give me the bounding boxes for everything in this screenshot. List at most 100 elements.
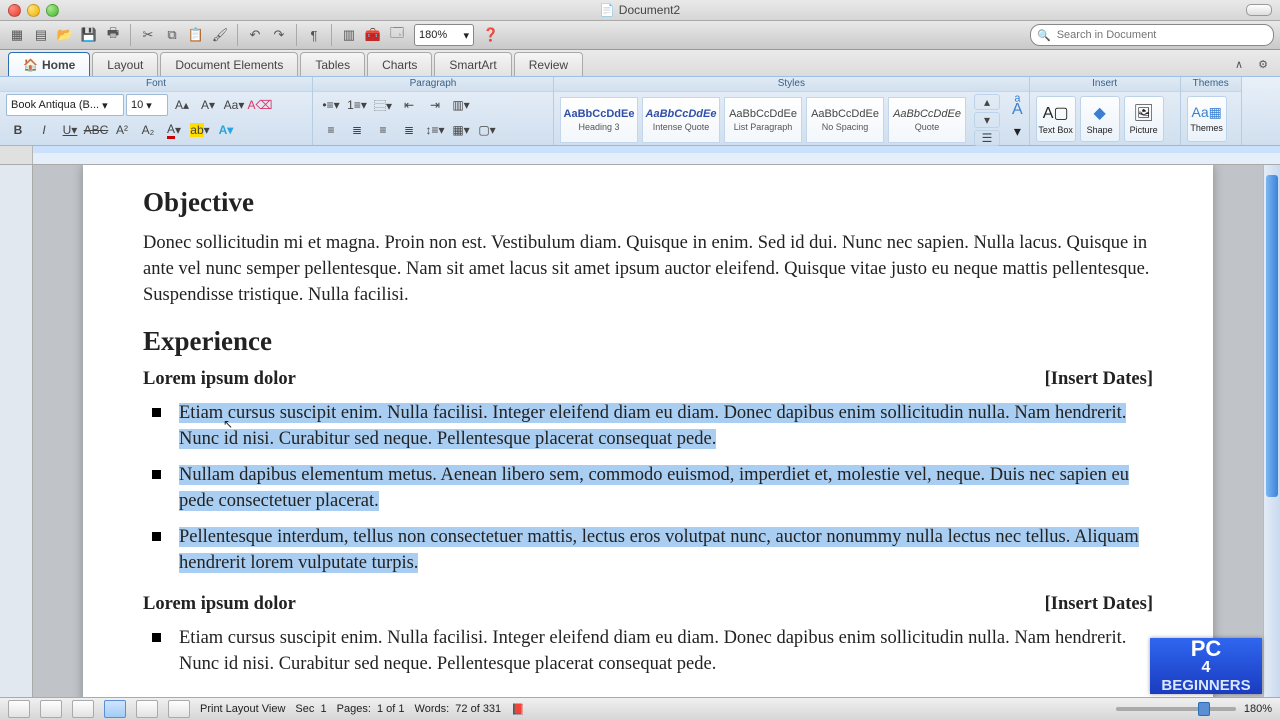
tab-document-elements[interactable]: Document Elements: [160, 52, 298, 76]
shape-button[interactable]: ◆Shape: [1080, 96, 1120, 142]
view-publishing-button[interactable]: [72, 700, 94, 718]
textbox-button[interactable]: A▢Text Box: [1036, 96, 1076, 142]
view-fullscreen-button[interactable]: [168, 700, 190, 718]
view-draft-button[interactable]: [8, 700, 30, 718]
ribbon-settings-button[interactable]: ⚙: [1254, 56, 1272, 72]
clear-formatting-button[interactable]: A⌫: [248, 94, 272, 116]
search-input[interactable]: [1055, 28, 1267, 42]
document-icon: 📄: [600, 3, 615, 17]
bold-button[interactable]: B: [6, 119, 30, 141]
close-window-button[interactable]: [8, 4, 21, 17]
horizontal-ruler[interactable]: [0, 146, 1280, 165]
print-button[interactable]: 🖶: [102, 24, 124, 46]
tab-home[interactable]: 🏠Home: [8, 52, 90, 76]
decrease-indent-button[interactable]: ⇤: [397, 94, 421, 116]
highlight-button[interactable]: ab▾: [188, 119, 212, 141]
sidebar-button[interactable]: ▥: [338, 24, 360, 46]
media-button[interactable]: 🗔: [386, 24, 408, 46]
borders-button[interactable]: ▢▾: [475, 119, 499, 141]
change-styles-icon: Aͣ: [1012, 101, 1023, 119]
shading-button[interactable]: ▦▾: [449, 119, 473, 141]
zoom-window-button[interactable]: [46, 4, 59, 17]
multilevel-button[interactable]: ⿳▾: [371, 94, 395, 116]
tab-review[interactable]: Review: [514, 52, 583, 76]
home-icon: 🏠: [23, 58, 38, 72]
search-box[interactable]: 🔍: [1030, 24, 1274, 46]
italic-button[interactable]: I: [32, 119, 56, 141]
styles-scroll-down[interactable]: ▾: [974, 112, 1000, 128]
justify-button[interactable]: ≣: [397, 119, 421, 141]
toolbox-button[interactable]: 🧰: [362, 24, 384, 46]
grow-font-button[interactable]: A▴: [170, 94, 194, 116]
line-spacing-button[interactable]: ↕≡▾: [423, 119, 447, 141]
style-list-paragraph[interactable]: AaBbCcDdEeList Paragraph: [724, 97, 802, 143]
show-formatting-button[interactable]: ¶: [303, 24, 325, 46]
copy-button[interactable]: ⧉: [161, 24, 183, 46]
save-button[interactable]: 💾: [78, 24, 100, 46]
undo-button[interactable]: ↶: [244, 24, 266, 46]
bullet-icon: [152, 470, 161, 479]
increase-indent-button[interactable]: ⇥: [423, 94, 447, 116]
tab-charts[interactable]: Charts: [367, 52, 432, 76]
status-view-label: Print Layout View: [200, 703, 285, 715]
superscript-button[interactable]: A²: [110, 119, 134, 141]
style-quote[interactable]: AaBbCcDdEeQuote: [888, 97, 966, 143]
picture-button[interactable]: 🖼Picture: [1124, 96, 1164, 142]
tab-layout[interactable]: Layout: [92, 52, 158, 76]
align-center-button[interactable]: ≣: [345, 119, 369, 141]
zoom-value[interactable]: 180%: [1244, 703, 1272, 715]
cut-button[interactable]: ✂: [137, 24, 159, 46]
font-name-select[interactable]: Book Antiqua (B... ▾: [6, 94, 124, 116]
scrollbar-thumb[interactable]: [1266, 175, 1278, 497]
style-heading3[interactable]: AaBbCcDdEeHeading 3: [560, 97, 638, 143]
page[interactable]: Objective Donec sollicitudin mi et magna…: [83, 165, 1213, 697]
style-intense-quote[interactable]: AaBbCcDdEeIntense Quote: [642, 97, 720, 143]
change-case-button[interactable]: Aa▾: [222, 94, 246, 116]
zoom-select[interactable]: 180%▾: [414, 24, 474, 46]
align-left-button[interactable]: ≡: [319, 119, 343, 141]
vertical-ruler[interactable]: [0, 165, 33, 697]
tab-tables[interactable]: Tables: [300, 52, 365, 76]
view-outline-button[interactable]: [40, 700, 62, 718]
vertical-scrollbar[interactable]: [1263, 165, 1280, 697]
underline-button[interactable]: U▾: [58, 119, 82, 141]
spellcheck-icon[interactable]: 📕: [511, 703, 525, 716]
group-themes: Themes Aa▦Themes: [1181, 77, 1242, 145]
paste-button[interactable]: 📋: [185, 24, 207, 46]
help-button[interactable]: ❓: [480, 24, 502, 46]
redo-button[interactable]: ↷: [268, 24, 290, 46]
font-size-select[interactable]: 10 ▾: [126, 94, 168, 116]
strikethrough-button[interactable]: ABC: [84, 119, 108, 141]
quick-access-toolbar: ▦ ▤ 📂 💾 🖶 ✂ ⧉ 📋 🖌 ↶ ↷ ¶ ▥ 🧰 🗔 180%▾ ❓ 🔍: [0, 21, 1280, 50]
document-scroll[interactable]: Objective Donec sollicitudin mi et magna…: [33, 165, 1263, 697]
title-bar: 📄Document2: [0, 0, 1280, 21]
subscript-button[interactable]: A₂: [136, 119, 160, 141]
numbering-button[interactable]: 1≡▾: [345, 94, 369, 116]
format-painter-button[interactable]: 🖌: [209, 24, 231, 46]
columns-button[interactable]: ▥▾: [449, 94, 473, 116]
picture-icon: 🖼: [1134, 103, 1154, 123]
text-effects-button[interactable]: A▾: [214, 119, 238, 141]
styles-expand[interactable]: ☰: [974, 130, 1000, 146]
shrink-font-button[interactable]: A▾: [196, 94, 220, 116]
zoom-slider-knob[interactable]: [1198, 702, 1210, 716]
styles-pane-button[interactable]: ▾: [1014, 123, 1021, 140]
style-no-spacing[interactable]: AaBbCcDdEeNo Spacing: [806, 97, 884, 143]
tab-smartart[interactable]: SmartArt: [434, 52, 511, 76]
new-from-template-button[interactable]: ▤: [30, 24, 52, 46]
font-color-button[interactable]: A▾: [162, 119, 186, 141]
zoom-slider[interactable]: [1116, 707, 1236, 711]
styles-scroll-up[interactable]: ▴: [974, 94, 1000, 110]
minimize-window-button[interactable]: [27, 4, 40, 17]
new-button[interactable]: ▦: [6, 24, 28, 46]
toolbar-toggle-button[interactable]: [1246, 4, 1272, 16]
view-notebook-button[interactable]: [136, 700, 158, 718]
ribbon-collapse-button[interactable]: ∧: [1230, 56, 1248, 72]
open-button[interactable]: 📂: [54, 24, 76, 46]
bullets-button[interactable]: •≡▾: [319, 94, 343, 116]
themes-button[interactable]: Aa▦Themes: [1187, 96, 1227, 142]
exp1-title: Lorem ipsum dolor: [143, 369, 296, 390]
align-right-button[interactable]: ≡: [371, 119, 395, 141]
view-print-layout-button[interactable]: [104, 700, 126, 718]
styles-gallery[interactable]: AaBbCcDdEeHeading 3 AaBbCcDdEeIntense Qu…: [554, 92, 1029, 148]
